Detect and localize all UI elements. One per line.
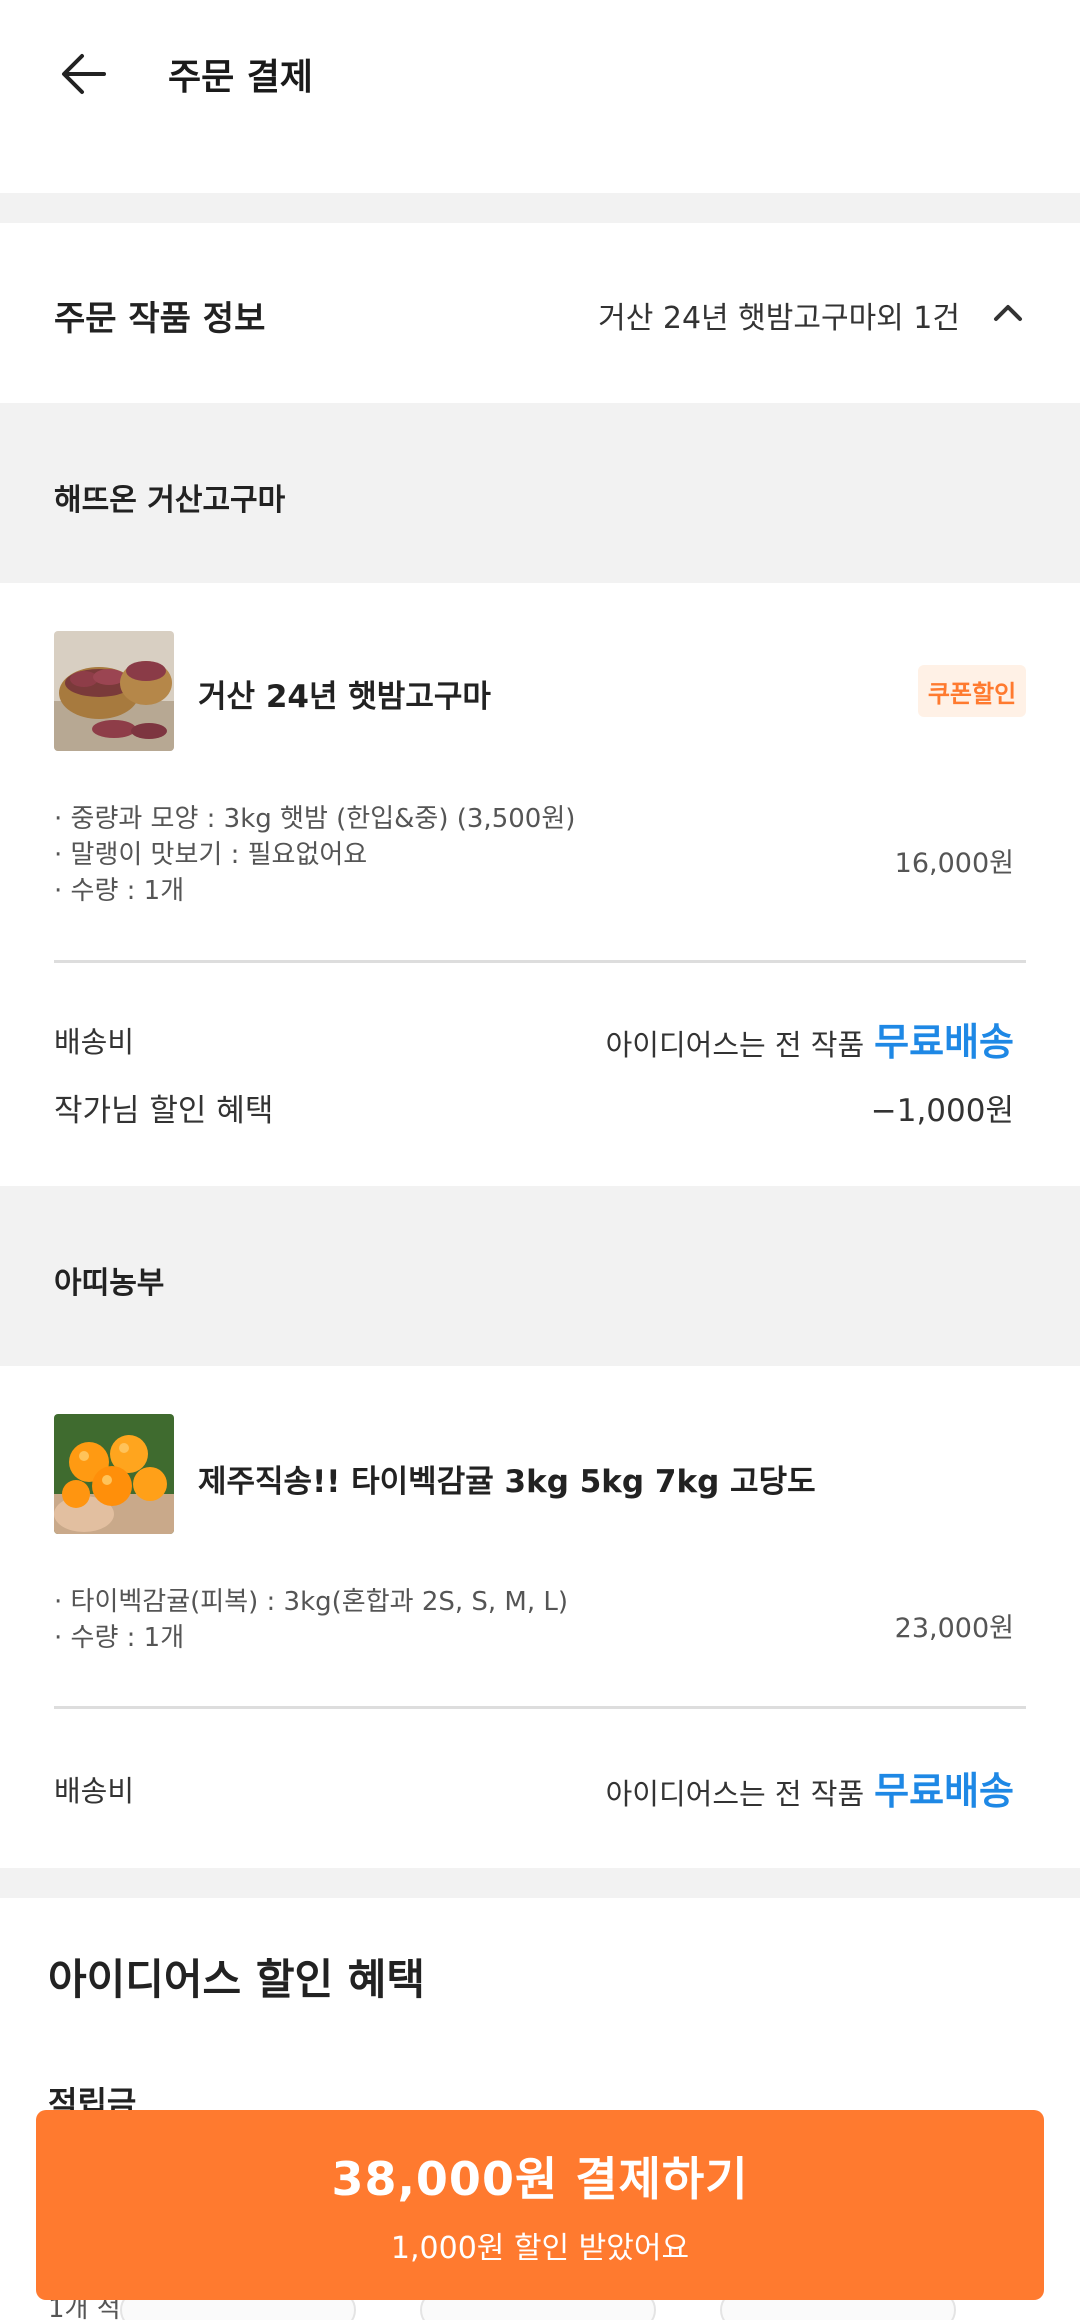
- product-price: 16,000원: [894, 848, 1014, 879]
- page-title: 주문 결제: [168, 57, 314, 98]
- order-summary-value: 거산 24년 햇밤고구마외 1건: [598, 301, 960, 336]
- shop-header: 해뜨온 거산고구마: [0, 403, 1080, 583]
- app-header: 주문 결제: [0, 0, 1080, 193]
- product-price: 23,000원: [894, 1613, 1014, 1644]
- shipping-fee-label: 배송비: [54, 1025, 135, 1059]
- pay-button[interactable]: 38,000원 결제하기 1,000원 할인 받았어요: [36, 2110, 1044, 2300]
- shop-name: 아띠농부: [54, 1266, 165, 1301]
- product-card: 거산 24년 햇밤고구마 쿠폰할인 · 중량과 모양 : 3kg 햇밤 (한입&…: [0, 583, 1080, 1186]
- divider: [54, 1706, 1026, 1709]
- product-name[interactable]: 거산 24년 햇밤고구마: [198, 671, 491, 716]
- free-shipping-text: 무료배송: [874, 1769, 1014, 1813]
- arrow-left-icon: [62, 54, 106, 94]
- product-options: · 중량과 모양 : 3kg 햇밤 (한입&중) (3,500원) · 말랭이 …: [54, 801, 575, 909]
- tangerine-image: [54, 1414, 174, 1534]
- shop-header: 아띠농부: [0, 1186, 1080, 1366]
- shipping-fee-label: 배송비: [54, 1774, 135, 1808]
- shipping-fee-value: 아이디어스는 전 작품 무료배송: [606, 1760, 1014, 1815]
- pay-button-label: 38,000원 결제하기: [331, 2152, 749, 2206]
- shipping-prefix: 아이디어스는 전 작품: [605, 1028, 865, 1062]
- shipping-fee-value: 아이디어스는 전 작품 무료배송: [606, 1011, 1014, 1066]
- section-divider: [0, 193, 1080, 223]
- divider: [54, 960, 1026, 963]
- product-thumbnail: [54, 1414, 174, 1534]
- product-card: 제주직송!! 타이벡감귤 3kg 5kg 7kg 고당도 · 타이벡감귤(피복)…: [0, 1366, 1080, 1868]
- coupon-badge: 쿠폰할인: [918, 665, 1026, 717]
- seller-discount-label: 작가님 할인 혜택: [54, 1093, 274, 1129]
- order-summary-row[interactable]: 주문 작품 정보 거산 24년 햇밤고구마외 1건: [0, 223, 1080, 403]
- free-shipping-text: 무료배송: [874, 1020, 1014, 1064]
- option-line: · 중량과 모양 : 3kg 햇밤 (한입&중) (3,500원): [54, 804, 576, 834]
- product-thumbnail: [54, 631, 174, 751]
- product-options: · 타이벡감귤(피복) : 3kg(혼합과 2S, S, M, L) · 수량 …: [54, 1584, 568, 1656]
- benefit-title: 아이디어스 할인 혜택: [48, 1955, 426, 2004]
- product-name[interactable]: 제주직송!! 타이벡감귤 3kg 5kg 7kg 고당도: [198, 1456, 816, 1501]
- option-line: · 수량 : 1개: [54, 1623, 185, 1653]
- option-line: · 타이벡감귤(피복) : 3kg(혼합과 2S, S, M, L): [54, 1587, 569, 1617]
- option-line: · 말랭이 맛보기 : 필요없어요: [54, 840, 368, 870]
- option-line: · 수량 : 1개: [54, 876, 185, 906]
- shipping-prefix: 아이디어스는 전 작품: [605, 1777, 865, 1811]
- seller-discount-value: −1,000원: [870, 1093, 1014, 1129]
- section-divider: [0, 1868, 1080, 1898]
- chevron-up-icon[interactable]: [990, 295, 1026, 331]
- pay-discount-note: 1,000원 할인 받았어요: [390, 2231, 690, 2266]
- sweet-potato-image: [54, 631, 174, 751]
- order-summary-label: 주문 작품 정보: [54, 299, 266, 339]
- back-button[interactable]: [48, 38, 120, 110]
- shop-name: 해뜨온 거산고구마: [54, 483, 286, 518]
